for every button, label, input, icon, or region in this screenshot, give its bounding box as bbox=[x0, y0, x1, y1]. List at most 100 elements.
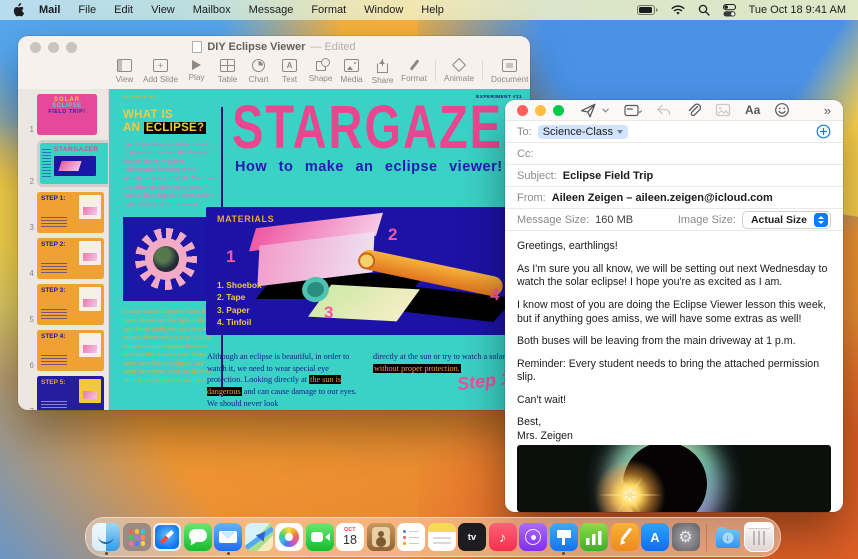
body-paragraph: Reminder: Every student needs to bring t… bbox=[517, 357, 820, 384]
dock-photos[interactable] bbox=[275, 523, 303, 551]
attach-file-button[interactable] bbox=[686, 102, 701, 118]
recipient-token[interactable]: Science-Class bbox=[537, 124, 628, 139]
minimize-button[interactable] bbox=[535, 104, 546, 116]
dock-keynote[interactable] bbox=[549, 523, 578, 555]
menu-item-file[interactable]: File bbox=[69, 4, 105, 16]
emoji-button[interactable] bbox=[774, 102, 790, 118]
keynote-window: DIY Eclipse Viewer — Edited View Add Sli… bbox=[18, 36, 530, 410]
slide-thumbnail-4[interactable]: 4 STEP 2: bbox=[22, 238, 108, 279]
dock-podcasts[interactable] bbox=[519, 523, 547, 551]
dock-downloads[interactable]: ↓ bbox=[714, 523, 742, 551]
dock-mail[interactable] bbox=[214, 523, 242, 555]
menu-item-format[interactable]: Format bbox=[302, 4, 355, 16]
menu-bar-clock[interactable]: Tue Oct 18 9:41 AM bbox=[749, 4, 846, 16]
add-recipient-button[interactable] bbox=[816, 124, 831, 139]
dock-music[interactable]: ♪ bbox=[488, 523, 517, 551]
media-button[interactable]: Media bbox=[339, 59, 364, 84]
dock-contacts[interactable] bbox=[366, 523, 395, 551]
menu-item-message[interactable]: Message bbox=[240, 4, 303, 16]
dock-settings[interactable]: ⚙ bbox=[671, 523, 700, 551]
eclipse-photo-attachment[interactable] bbox=[517, 445, 831, 512]
control-center-icon[interactable] bbox=[722, 3, 736, 17]
format-button[interactable]: Format bbox=[401, 59, 427, 83]
to-field[interactable]: To: Science-Class bbox=[505, 121, 843, 144]
dock-notes[interactable] bbox=[427, 523, 456, 551]
dock-tv[interactable]: tv bbox=[458, 523, 486, 551]
keynote-toolbar: View Add Slide Play Table Chart Text Sha… bbox=[18, 57, 530, 89]
slide-thumbnail-6[interactable]: 6 STEP 4: bbox=[22, 330, 108, 371]
dock-pages[interactable] bbox=[610, 523, 639, 551]
safari-icon bbox=[153, 523, 181, 551]
battery-icon[interactable] bbox=[636, 5, 658, 15]
materials-list: 1. Shoebox 2. Tape 3. Paper 4. Tinfoil bbox=[217, 279, 262, 328]
message-body[interactable]: Greetings, earthlings! As I'm sure you a… bbox=[505, 231, 843, 443]
menu-item-mailbox[interactable]: Mailbox bbox=[184, 4, 240, 16]
cc-field[interactable]: Cc: bbox=[505, 143, 843, 166]
slide-thumbnail-3[interactable]: 3 STEP 1: bbox=[22, 192, 108, 233]
send-button[interactable] bbox=[580, 102, 597, 119]
launchpad-icon bbox=[122, 523, 151, 551]
slide-thumbnail-1[interactable]: 1 SOLAR ECLIPSE FIELD TRIP! bbox=[22, 94, 108, 135]
dock-reminders[interactable] bbox=[397, 523, 425, 551]
cc-label: Cc: bbox=[517, 147, 534, 160]
slide-thumbnail-2-selected[interactable]: 2 STARGAZER bbox=[22, 140, 108, 187]
play-button[interactable]: Play bbox=[184, 59, 209, 82]
keynote-icon bbox=[549, 523, 578, 551]
view-label: View bbox=[115, 75, 134, 84]
minimize-button[interactable] bbox=[48, 41, 59, 53]
dock-numbers[interactable] bbox=[580, 523, 608, 551]
dock-trash[interactable] bbox=[744, 522, 774, 552]
menu-item-mail[interactable]: Mail bbox=[30, 4, 69, 16]
callout-number-3: 3 bbox=[324, 303, 334, 322]
toolbar-overflow-chevron-icon[interactable]: » bbox=[824, 103, 831, 118]
menu-item-window[interactable]: Window bbox=[355, 4, 412, 16]
slide-canvas[interactable]: SCIENCE 6.2 EXPERIMENT #11 WHAT IS AN EC… bbox=[109, 89, 530, 410]
chart-button[interactable]: Chart bbox=[246, 59, 271, 84]
image-size-label: Image Size: bbox=[677, 213, 736, 226]
apple-menu-icon[interactable] bbox=[12, 3, 30, 17]
table-button[interactable]: Table bbox=[215, 59, 240, 84]
thumb-title-line: FIELD TRIP! bbox=[48, 109, 86, 115]
close-button[interactable] bbox=[517, 104, 528, 116]
keynote-titlebar: DIY Eclipse Viewer — Edited bbox=[18, 36, 530, 58]
dock-launchpad[interactable] bbox=[122, 523, 151, 551]
insert-photo-icon-disabled bbox=[715, 103, 731, 117]
dock-messages[interactable] bbox=[183, 523, 212, 551]
dock-maps[interactable] bbox=[244, 523, 273, 551]
menu-item-view[interactable]: View bbox=[142, 4, 184, 16]
zoom-button[interactable] bbox=[66, 41, 77, 53]
dock-calendar[interactable]: OCT 18 bbox=[336, 523, 364, 551]
slide-thumbnail-5[interactable]: 5 STEP 3: bbox=[22, 284, 108, 325]
subject-field[interactable]: Subject: Eclipse Field Trip bbox=[505, 165, 843, 188]
animate-button[interactable]: Animate bbox=[444, 57, 474, 83]
slide-thumbnail-7[interactable]: 7 STEP 5: bbox=[22, 376, 108, 410]
format-fonts-button[interactable]: Aa bbox=[745, 103, 760, 117]
add-slide-button[interactable]: Add Slide bbox=[143, 59, 178, 84]
pages-icon bbox=[610, 523, 639, 551]
dock-safari[interactable] bbox=[153, 523, 181, 551]
header-fields-button[interactable] bbox=[624, 103, 642, 118]
from-field[interactable]: From: Aileen Zeigen – aileen.zeigen@iclo… bbox=[505, 187, 843, 210]
menu-item-help[interactable]: Help bbox=[412, 4, 453, 16]
dock-app-store[interactable]: A bbox=[641, 523, 669, 551]
wifi-icon[interactable] bbox=[671, 4, 685, 16]
menu-item-edit[interactable]: Edit bbox=[105, 4, 142, 16]
menu-bar-status: Tue Oct 18 9:41 AM bbox=[636, 3, 846, 17]
chart-label: Chart bbox=[248, 75, 269, 84]
image-size-popup[interactable]: Actual Size bbox=[741, 210, 831, 229]
share-button[interactable]: Share bbox=[370, 59, 395, 85]
thumb-materials-deco bbox=[54, 156, 96, 176]
dock-finder[interactable] bbox=[92, 523, 120, 555]
search-icon[interactable] bbox=[698, 4, 710, 16]
zoom-button[interactable] bbox=[553, 104, 564, 116]
thumb-illustration bbox=[79, 287, 101, 311]
document-button[interactable]: Document bbox=[491, 59, 528, 84]
dock-facetime[interactable] bbox=[305, 523, 334, 551]
sun-illustration bbox=[123, 217, 209, 302]
text-button[interactable]: Text bbox=[277, 59, 302, 84]
close-button[interactable] bbox=[30, 41, 41, 53]
add-slide-icon bbox=[153, 59, 169, 72]
view-button[interactable]: View bbox=[112, 59, 137, 84]
send-options-chevron-icon[interactable] bbox=[601, 106, 610, 115]
shape-button[interactable]: Shape bbox=[308, 58, 333, 83]
